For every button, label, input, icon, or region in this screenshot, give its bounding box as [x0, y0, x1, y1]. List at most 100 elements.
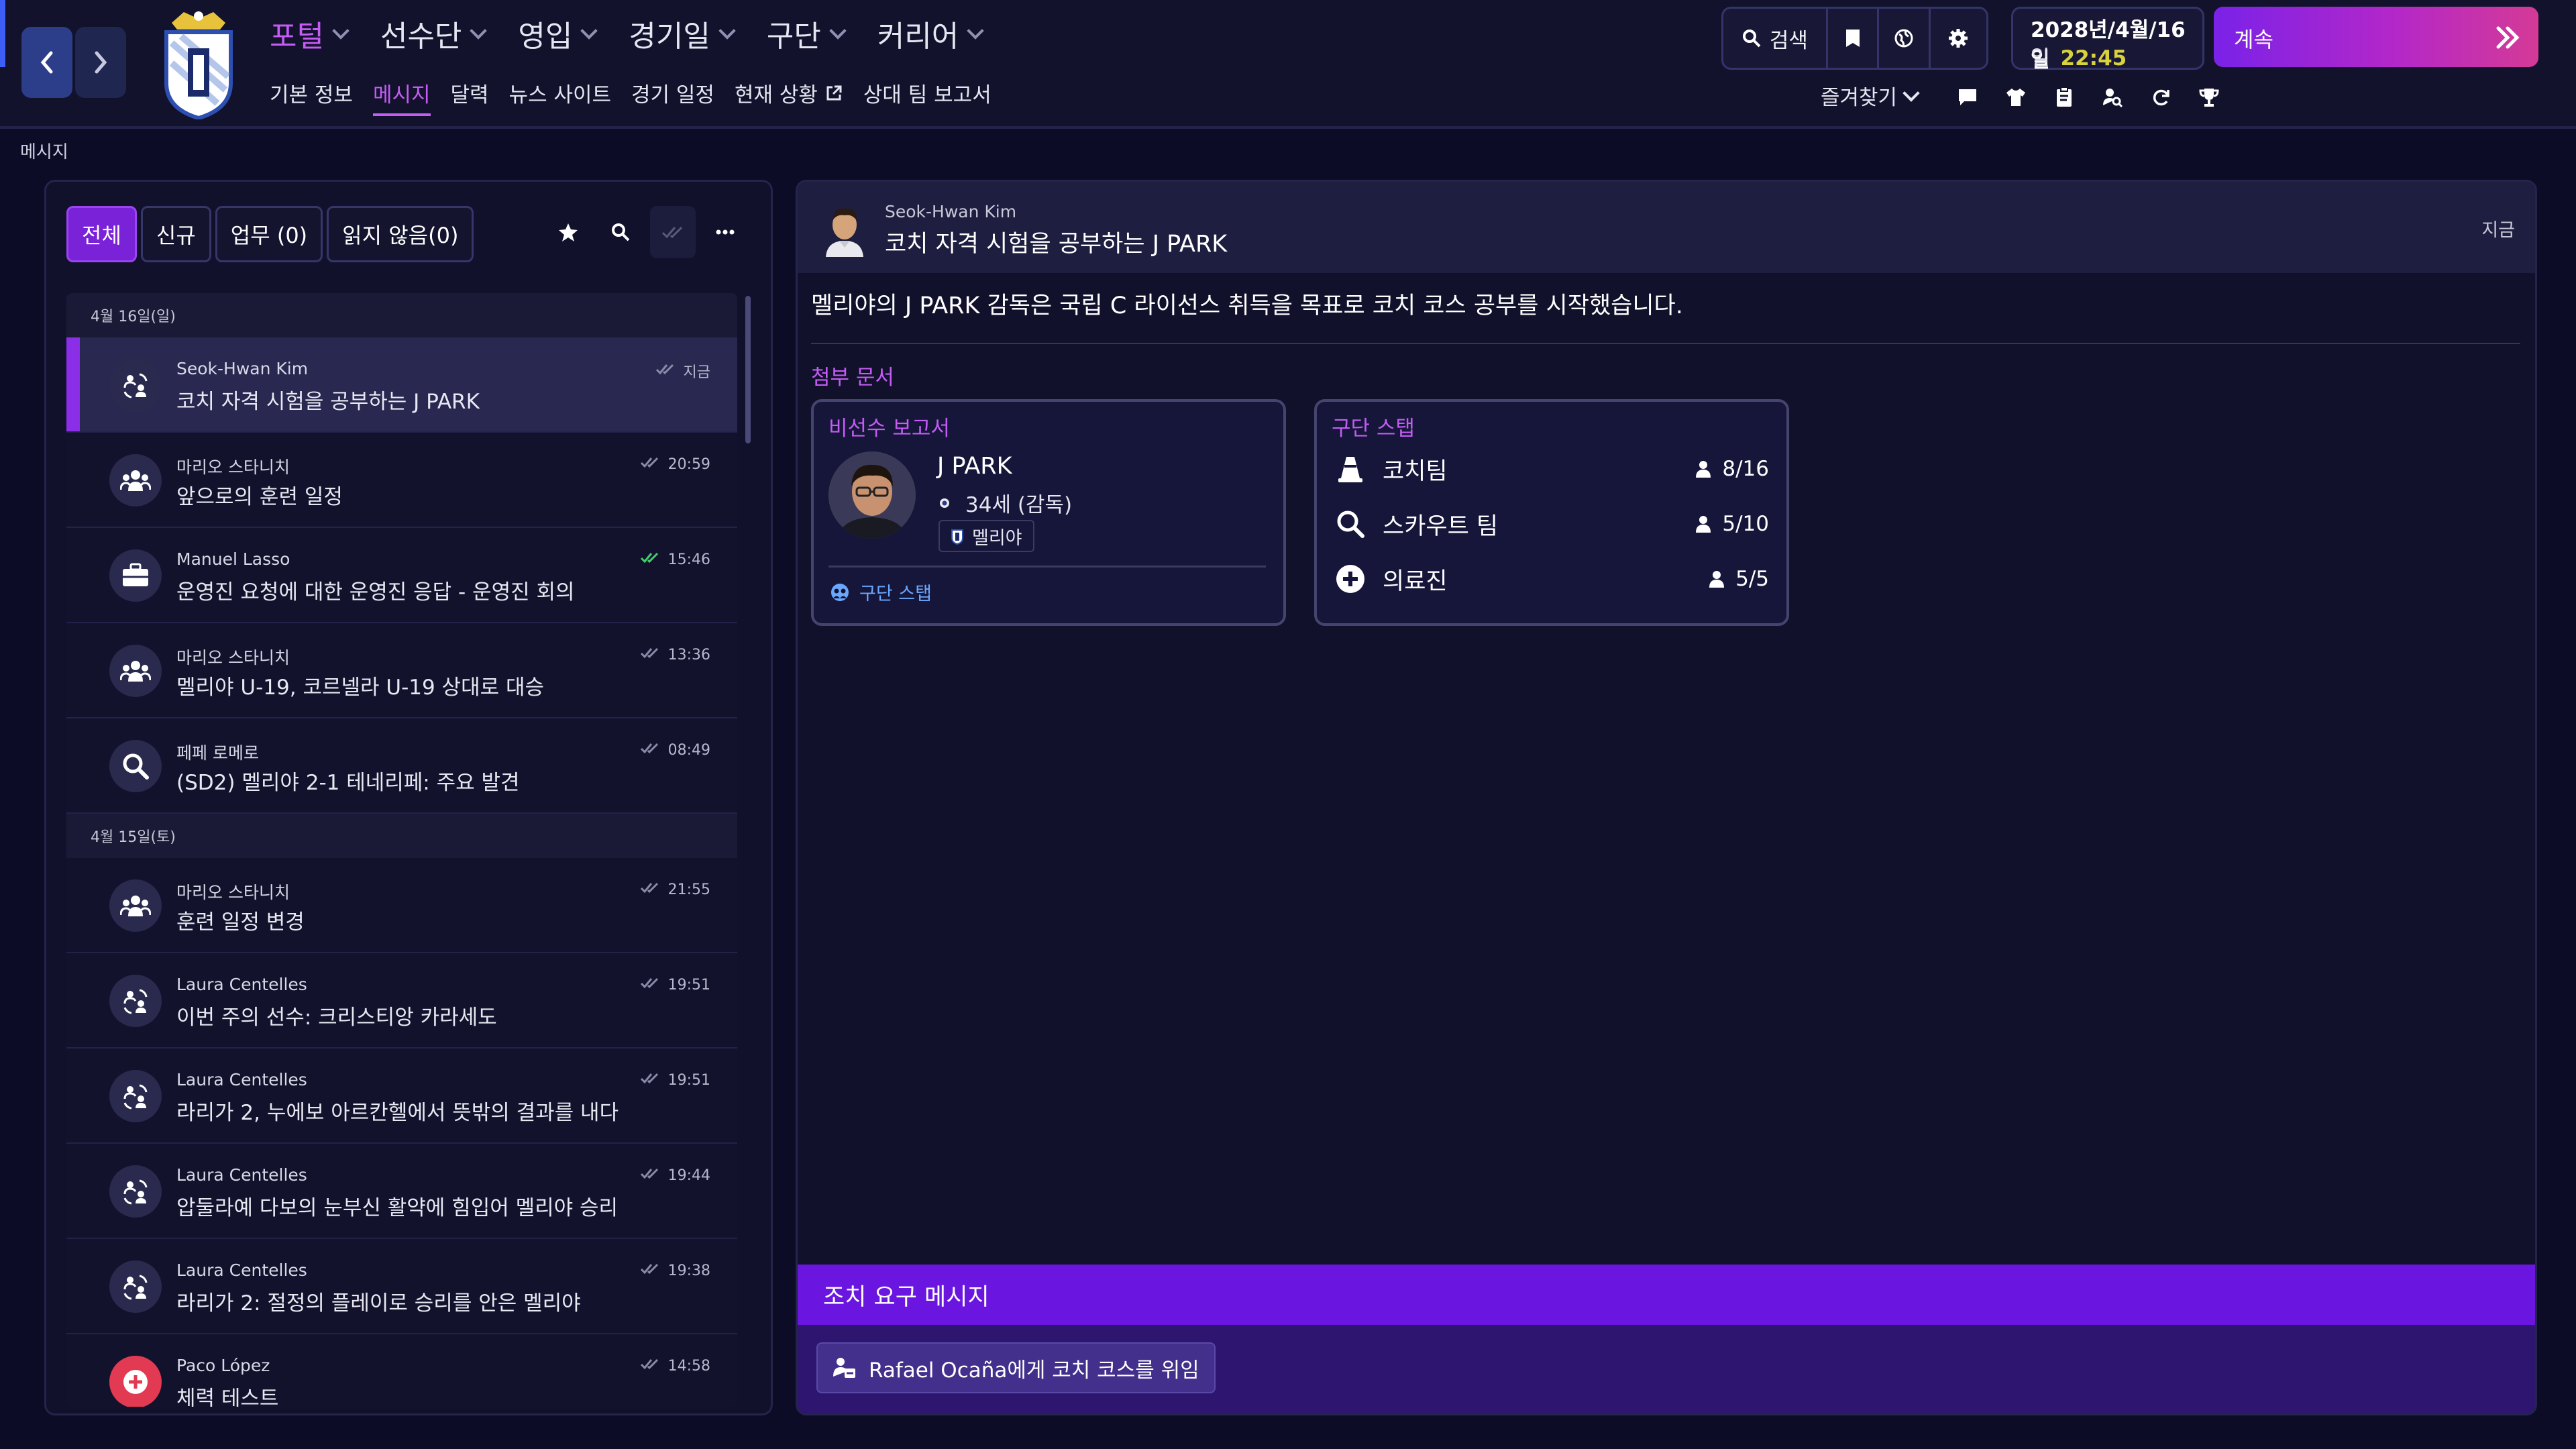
tab-calendar[interactable]: 달력	[451, 78, 489, 116]
tab-fixtures[interactable]: 경기 일정	[631, 78, 714, 116]
message-row[interactable]: Seok-Hwan Kim 코치 자격 시험을 공부하는 J PARK 지금	[66, 337, 737, 433]
trophy-shortcut[interactable]	[2195, 83, 2223, 111]
message-row[interactable]: 마리오 스타니치 멜리야 U-19, 코르넬라 U-19 상대로 대승 13:36	[66, 623, 737, 718]
message-subject: 멜리야 U-19, 코르넬라 U-19 상대로 대승	[176, 676, 545, 700]
continue-button[interactable]: 계속	[2214, 7, 2538, 67]
message-row[interactable]: Laura Centelles 라리가 2: 절정의 플레이로 승리를 안은 멜리…	[66, 1239, 737, 1334]
staff-row-label: 의료진	[1383, 568, 1448, 595]
filter-label: 신규	[156, 223, 196, 248]
forward-button[interactable]	[75, 27, 126, 98]
message-time: 19:51	[640, 976, 710, 994]
staff-age-role: 34세 (감독)	[938, 488, 1072, 518]
world-button[interactable]	[1879, 9, 1931, 68]
tab-inbox[interactable]: 메시지	[372, 78, 431, 116]
medical-plus-icon	[1336, 565, 1364, 593]
message-time: 19:38	[640, 1262, 710, 1279]
favorite-button[interactable]	[545, 206, 591, 258]
main-menu: 포털 선수단 영입 경기일 구단 커리어	[270, 12, 984, 55]
mark-read-button[interactable]	[650, 206, 696, 258]
tab-overview[interactable]: 기본 정보	[270, 78, 353, 116]
delegate-course-button[interactable]: Rafael Ocaña에게 코치 코스를 위임	[816, 1342, 1216, 1393]
message-time-text: 13:36	[667, 646, 710, 663]
settings-button[interactable]	[1931, 9, 1986, 68]
card-title: 구단 스탭	[1332, 417, 1415, 441]
message-row[interactable]: Laura Centelles 이번 주의 선수: 크리스티앙 카라세도 19:51	[66, 953, 737, 1049]
tab-label: 상대 팀 보고서	[863, 83, 991, 107]
person-icon	[1696, 516, 1711, 533]
filter-unread[interactable]: 읽지 않음(0)	[327, 206, 474, 262]
staff-row-medical[interactable]: 의료진 5/5	[1332, 559, 1769, 599]
menu-career[interactable]: 커리어	[877, 12, 984, 55]
action-required-label: 조치 요구 메시지	[823, 1284, 989, 1311]
search-icon	[612, 223, 630, 241]
external-link-icon	[826, 85, 842, 100]
double-chevron-right-icon	[2496, 26, 2520, 49]
tab-label: 뉴스 사이트	[508, 83, 612, 107]
double-check-icon	[661, 226, 683, 239]
chevron-down-icon	[470, 22, 488, 40]
toolbar-group: 검색	[1721, 7, 1988, 70]
menu-transfers[interactable]: 영입	[518, 12, 598, 55]
top-bar: 포털 선수단 영입 경기일 구단 커리어 기본 정보 메시지 달력 뉴스 사이트…	[0, 0, 2576, 127]
shirt-icon	[2006, 89, 2025, 106]
club-crest-logo[interactable]	[157, 9, 240, 119]
staff-transfer-icon	[109, 1260, 162, 1313]
message-row[interactable]: Laura Centelles 압둘라예 다보의 눈부신 활약에 힘입어 멜리야 …	[66, 1144, 737, 1239]
staff-club-badge[interactable]: 멜리야	[938, 520, 1034, 552]
tab-label: 경기 일정	[631, 83, 714, 107]
tab-status[interactable]: 현재 상황	[735, 78, 843, 116]
report-shortcut[interactable]	[2050, 83, 2078, 111]
staff-row-coaching[interactable]: 코치팀 8/16	[1332, 449, 1769, 489]
filter-tasks[interactable]: 업무 (0)	[215, 206, 323, 262]
delegate-course-label: Rafael Ocaña에게 코치 코스를 위임	[869, 1358, 1199, 1383]
date-group-header: 4월 16일(일)	[66, 293, 737, 337]
club-staff-link[interactable]: 구단 스탭	[830, 579, 932, 605]
message-row[interactable]: Paco López 체력 테스트 14:58	[66, 1334, 737, 1407]
bookmarks-dropdown[interactable]: 즐겨찾기	[1821, 80, 1920, 111]
staff-transfer-icon	[109, 975, 162, 1027]
message-row[interactable]: Manuel Lasso 운영진 요청에 대한 운영진 응답 - 운영진 회의 15…	[66, 528, 737, 623]
message-time-text: 20:59	[667, 455, 710, 473]
more-options-button[interactable]	[702, 206, 748, 258]
filter-label: 전체	[82, 223, 121, 248]
filter-all[interactable]: 전체	[66, 206, 137, 262]
menu-matchday[interactable]: 경기일	[629, 12, 736, 55]
chevron-down-icon	[1902, 84, 1920, 102]
menu-club[interactable]: 구단	[767, 12, 847, 55]
tab-news[interactable]: 뉴스 사이트	[509, 78, 611, 116]
scout-shortcut[interactable]	[2098, 83, 2127, 111]
notebook-button[interactable]	[1828, 9, 1880, 68]
read-check-icon	[640, 881, 660, 898]
page-title: 메시지	[20, 142, 68, 162]
inbox-search-button[interactable]	[598, 206, 643, 258]
message-list-scrollbar[interactable]	[745, 296, 751, 443]
message-row[interactable]: 마리오 스타니치 앞으로의 훈련 일정 20:59	[66, 433, 737, 528]
search-button[interactable]: 검색	[1723, 9, 1828, 68]
message-subject: 이번 주의 선수: 크리스티앙 카라세도	[176, 1006, 497, 1030]
card-divider	[828, 566, 1266, 568]
tab-opposition-report[interactable]: 상대 팀 보고서	[863, 78, 991, 116]
staff-report-card[interactable]: 비선수 보고서 J PARK 34세 (감독) 멜리야 구단 스탭	[811, 399, 1286, 626]
group-icon	[109, 454, 162, 506]
message-row[interactable]: Laura Centelles 라리가 2, 누에보 아르칸헬에서 뜻밖의 결과를…	[66, 1049, 737, 1144]
filter-new[interactable]: 신규	[140, 206, 211, 262]
refresh-shortcut[interactable]	[2147, 83, 2175, 111]
chat-shortcut[interactable]	[1953, 83, 1982, 111]
staff-row-label: 스카우트 팀	[1383, 513, 1499, 540]
menu-squad[interactable]: 선수단	[380, 12, 488, 55]
message-time: 21:55	[640, 881, 710, 898]
message-header: Seok-Hwan Kim 코치 자격 시험을 공부하는 J PARK 지금	[798, 182, 2535, 273]
club-staff-card[interactable]: 구단 스탭 코치팀 8/16 스카우트 팀 5/10 의료진 5/5	[1314, 399, 1789, 626]
message-row[interactable]: 마리오 스타니치 훈련 일정 변경 21:55	[66, 858, 737, 953]
kit-shortcut[interactable]	[2002, 83, 2030, 111]
menu-label: 선수단	[380, 19, 462, 54]
gear-icon	[1949, 29, 1968, 48]
menu-portal[interactable]: 포털	[270, 12, 350, 55]
menu-label: 커리어	[877, 19, 959, 54]
star-icon	[559, 223, 578, 241]
filter-label: 업무 (0)	[230, 223, 308, 248]
back-button[interactable]	[21, 27, 72, 98]
staff-row-scouting[interactable]: 스카우트 팀 5/10	[1332, 504, 1769, 544]
message-row[interactable]: 페페 로메로 (SD2) 멜리야 2-1 테네리페: 주요 발견 08:49	[66, 718, 737, 814]
age-role-text: 34세 (감독)	[965, 493, 1073, 517]
